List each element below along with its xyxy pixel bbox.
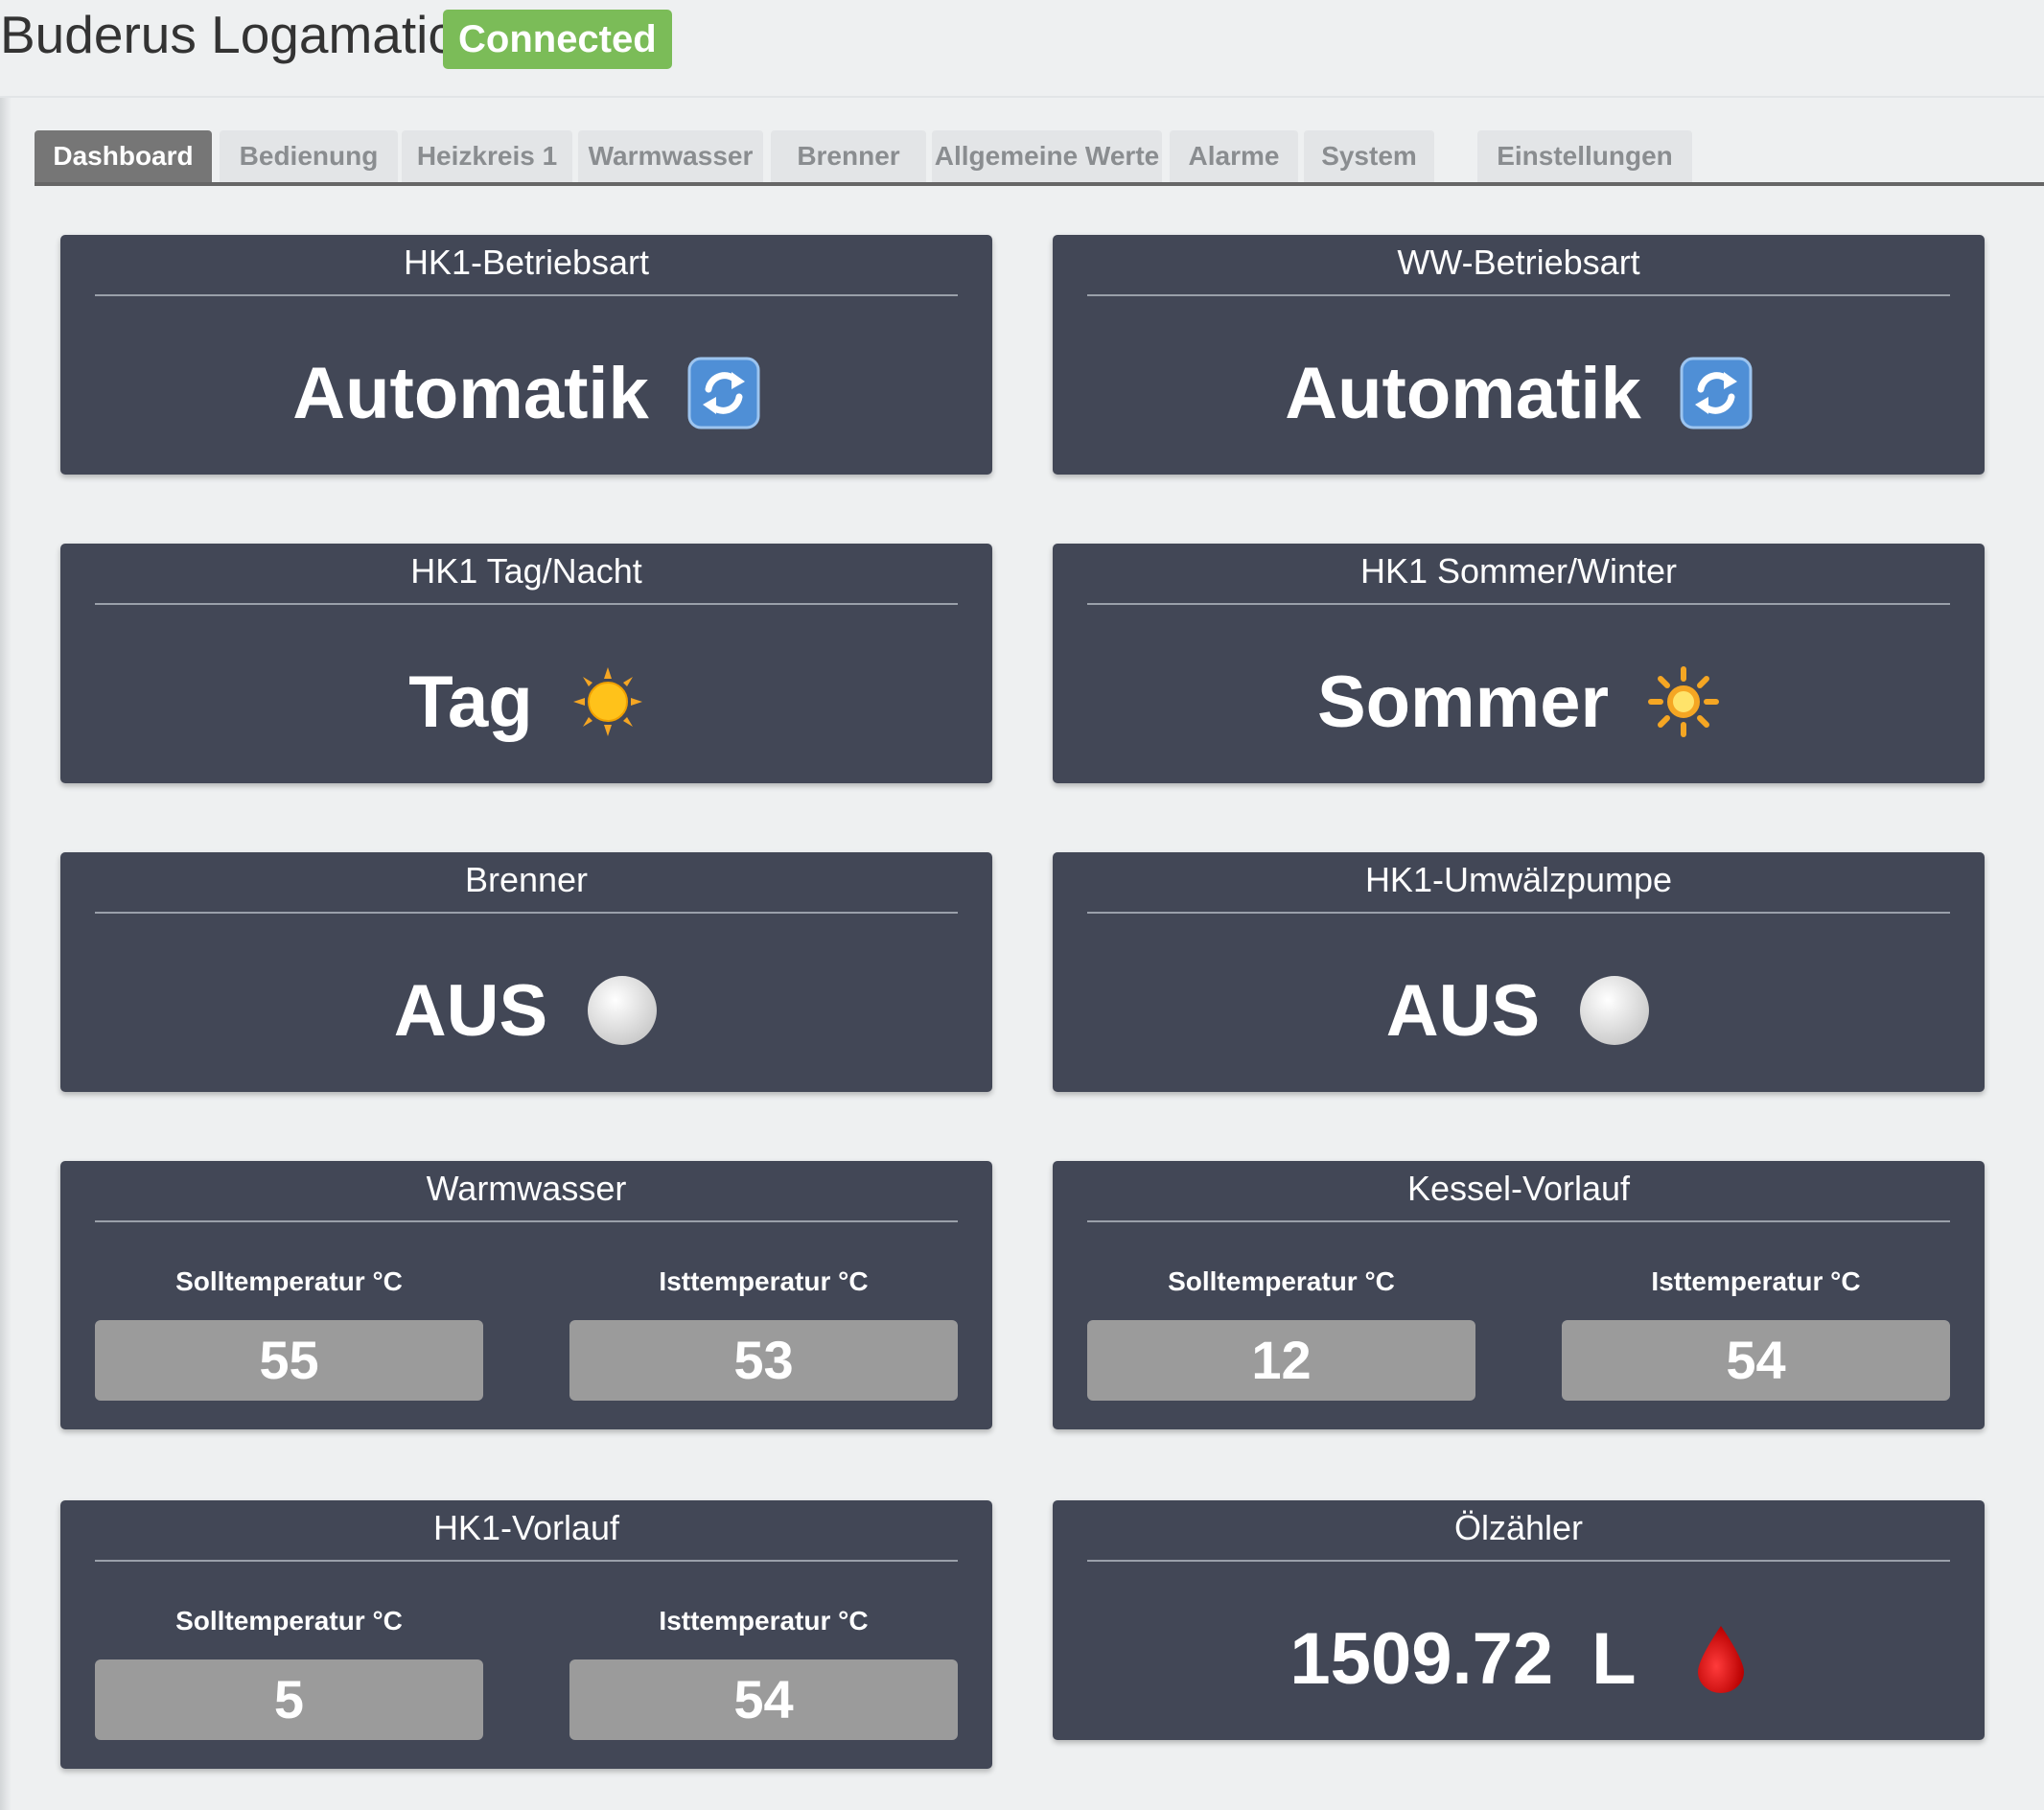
- tab-heizkreis-1[interactable]: Heizkreis 1: [402, 130, 572, 182]
- card-divider: [95, 294, 958, 296]
- solltemperatur-label: Solltemperatur °C: [175, 1266, 403, 1296]
- oil-row: 1509.72 L: [1053, 1596, 1985, 1721]
- isttemperatur-label: Isttemperatur °C: [1651, 1266, 1861, 1296]
- connection-status-badge: Connected: [443, 10, 672, 69]
- solltemperatur-label: Solltemperatur °C: [175, 1606, 403, 1636]
- solltemperatur-label: Solltemperatur °C: [1168, 1266, 1395, 1296]
- ww-betriebsart-value: Automatik: [1285, 352, 1641, 434]
- main-tab-bar: Dashboard Bedienung Heizkreis 1 Warmwass…: [35, 130, 2044, 186]
- isttemperatur-label: Isttemperatur °C: [659, 1606, 869, 1636]
- state-row: AUS: [1053, 948, 1985, 1073]
- card-title: WW-Betriebsart: [1397, 243, 1640, 282]
- card-title: HK1 Sommer/Winter: [1359, 551, 1678, 591]
- card-title: Ölzähler: [1453, 1508, 1584, 1547]
- card-hk1-betriebsart: HK1-Betriebsart Automatik: [60, 235, 992, 475]
- state-row: Tag: [60, 639, 992, 764]
- state-row: Sommer: [1053, 639, 1985, 764]
- tab-warmwasser[interactable]: Warmwasser: [578, 130, 763, 182]
- sun-icon: [571, 665, 644, 738]
- warmwasser-ist-value: 53: [569, 1320, 958, 1401]
- card-title: HK1-Betriebsart: [403, 243, 650, 282]
- kessel-vorlauf-ist-value: 54: [1562, 1320, 1950, 1401]
- kessel-vorlauf-soll-value: 12: [1087, 1320, 1475, 1401]
- sun-outline-icon: [1647, 665, 1720, 738]
- tab-einstellungen[interactable]: Einstellungen: [1477, 130, 1692, 182]
- off-circle-icon: [586, 974, 659, 1047]
- state-row: Automatik: [60, 331, 992, 455]
- hk1-vorlauf-soll-value: 5: [95, 1659, 483, 1740]
- card-title: HK1-Umwälzpumpe: [1364, 860, 1673, 899]
- hk1-tag-nacht-value: Tag: [408, 661, 533, 743]
- refresh-icon: [687, 357, 760, 429]
- card-divider: [1087, 912, 1950, 914]
- tab-dashboard[interactable]: Dashboard: [35, 130, 212, 182]
- app-title: Buderus Logamatic: [0, 5, 454, 64]
- card-title: HK1 Tag/Nacht: [410, 551, 642, 591]
- card-hk1-tag-nacht: HK1 Tag/Nacht Tag: [60, 544, 992, 783]
- tab-brenner[interactable]: Brenner: [771, 130, 926, 182]
- tab-system[interactable]: System: [1304, 130, 1434, 182]
- card-warmwasser: Warmwasser Solltemperatur °C Isttemperat…: [60, 1161, 992, 1429]
- card-hk1-vorlauf: HK1-Vorlauf Solltemperatur °C Isttempera…: [60, 1500, 992, 1769]
- oelzaehler-value: 1509.72: [1289, 1617, 1554, 1700]
- warmwasser-soll-value: 55: [95, 1320, 483, 1401]
- card-hk1-umwaelzpumpe: HK1-Umwälzpumpe AUS: [1053, 852, 1985, 1092]
- state-row: Automatik: [1053, 331, 1985, 455]
- refresh-icon: [1680, 357, 1753, 429]
- app-header: Buderus Logamatic Connected: [0, 0, 2044, 98]
- card-divider: [95, 912, 958, 914]
- hk1-betriebsart-value: Automatik: [292, 352, 649, 434]
- off-circle-icon: [1578, 974, 1651, 1047]
- card-title: Warmwasser: [426, 1169, 627, 1208]
- tab-bedienung[interactable]: Bedienung: [220, 130, 398, 182]
- hk1-sommer-winter-value: Sommer: [1316, 661, 1610, 743]
- brenner-value: AUS: [393, 969, 548, 1052]
- card-divider: [1087, 294, 1950, 296]
- card-brenner: Brenner AUS: [60, 852, 992, 1092]
- card-kessel-vorlauf: Kessel-Vorlauf Solltemperatur °C Isttemp…: [1053, 1161, 1985, 1429]
- card-title: Kessel-Vorlauf: [1406, 1169, 1631, 1208]
- card-divider: [1087, 1560, 1950, 1562]
- tab-allgemeine-werte[interactable]: Allgemeine Werte: [932, 130, 1162, 182]
- card-title: Brenner: [464, 860, 589, 899]
- oil-drop-icon: [1694, 1622, 1748, 1695]
- page-left-edge: [0, 96, 12, 1810]
- card-divider: [1087, 603, 1950, 605]
- hk1-vorlauf-ist-value: 54: [569, 1659, 958, 1740]
- isttemperatur-label: Isttemperatur °C: [659, 1266, 869, 1296]
- card-divider: [95, 1560, 958, 1562]
- card-divider: [95, 1220, 958, 1222]
- tab-alarme[interactable]: Alarme: [1170, 130, 1298, 182]
- card-title: HK1-Vorlauf: [432, 1508, 620, 1547]
- card-divider: [1087, 1220, 1950, 1222]
- card-ww-betriebsart: WW-Betriebsart Automatik: [1053, 235, 1985, 475]
- card-hk1-sommer-winter: HK1 Sommer/Winter Sommer: [1053, 544, 1985, 783]
- oelzaehler-unit: L: [1591, 1617, 1637, 1700]
- state-row: AUS: [60, 948, 992, 1073]
- card-divider: [95, 603, 958, 605]
- hk1-umwaelzpumpe-value: AUS: [1385, 969, 1541, 1052]
- card-oelzaehler: Ölzähler 1509.72 L: [1053, 1500, 1985, 1740]
